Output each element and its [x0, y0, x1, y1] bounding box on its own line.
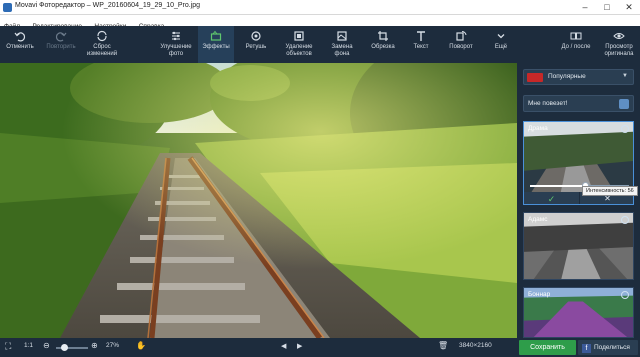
dropdown-arrow-icon: ▼	[622, 73, 628, 79]
intensity-slider-fill	[530, 185, 586, 187]
eraser-icon	[293, 30, 305, 42]
heart-icon[interactable]	[621, 125, 629, 133]
effect-name: Драма	[528, 125, 548, 132]
app-window: Movavi Фоторедактор – WP_20160604_19_29_…	[0, 0, 640, 357]
compare-icon	[570, 30, 582, 42]
apply-effect-button[interactable]: ✓	[524, 192, 579, 204]
fullscreen-icon[interactable]: ⛶	[5, 341, 11, 352]
retouch-button[interactable]: Ретушь	[238, 26, 274, 63]
more-button[interactable]: Ещё	[486, 26, 516, 63]
effect-name: Боннар	[528, 291, 551, 298]
effects-label: Эффекты	[202, 44, 230, 50]
hand-tool-icon[interactable]: ✋	[136, 341, 146, 350]
redo-button[interactable]: Повторить	[42, 26, 80, 63]
facebook-icon: f	[582, 344, 591, 353]
undo-label: Отменить	[6, 44, 34, 50]
zoom-in-icon[interactable]: ⊕	[91, 341, 98, 350]
retouch-icon	[250, 30, 262, 42]
remove-objects-label: Удаление объектов	[285, 44, 313, 57]
close-button[interactable]: ✕	[618, 0, 640, 15]
more-label: Ещё	[494, 44, 508, 50]
save-button[interactable]: Сохранить	[519, 340, 576, 355]
share-label: Поделиться	[594, 344, 630, 351]
zoom-slider-handle[interactable]	[61, 344, 69, 351]
effect-card-adams[interactable]: Адамс	[523, 212, 634, 280]
check-icon: ✓	[547, 194, 556, 204]
heart-icon[interactable]	[621, 291, 629, 299]
reset-button[interactable]: Сброс изменений	[82, 26, 122, 63]
previous-image-icon[interactable]: ◀	[281, 342, 286, 350]
redo-label: Повторить	[46, 44, 76, 50]
app-logo-icon	[3, 3, 12, 12]
zoom-out-icon[interactable]: ⊖	[43, 341, 50, 350]
before-after-button[interactable]: До / после	[555, 26, 597, 63]
background-icon	[336, 30, 348, 42]
undo-button[interactable]: Отменить	[2, 26, 38, 63]
before-after-label: До / после	[561, 44, 591, 50]
railway-photo	[0, 63, 517, 338]
text-label: Текст	[413, 44, 429, 50]
heart-icon[interactable]	[621, 216, 629, 224]
effects-icon	[210, 30, 222, 42]
share-button[interactable]: f Поделиться	[578, 340, 638, 355]
next-image-icon[interactable]: ▶	[297, 342, 302, 350]
reset-icon	[96, 30, 108, 42]
chevron-down-icon	[495, 30, 507, 42]
dice-icon	[619, 99, 629, 109]
redo-icon	[55, 30, 67, 42]
effects-panel: Популярные ▼ Мне повезет! Драма ✓ ✕ Адам…	[517, 63, 640, 338]
maximize-button[interactable]: □	[596, 0, 618, 15]
view-original-label: Просмотр оригинала	[604, 44, 634, 57]
reset-label: Сброс изменений	[86, 44, 118, 57]
effect-category-value: Популярные	[548, 73, 586, 80]
replace-background-label: Замена фона	[331, 44, 353, 57]
actual-size-button[interactable]: 1:1	[24, 342, 33, 349]
retouch-label: Ретушь	[245, 44, 267, 50]
text-icon	[415, 30, 427, 42]
intensity-tooltip: Интенсивность: 56	[582, 186, 638, 196]
title-bar: Movavi Фоторедактор – WP_20160604_19_29_…	[0, 0, 640, 15]
effect-name: Адамс	[528, 216, 548, 223]
enhance-button[interactable]: Улучшение фото	[155, 26, 197, 63]
rotate-button[interactable]: Поворот	[442, 26, 480, 63]
crop-icon	[377, 30, 389, 42]
image-resolution: 3840×2160	[459, 342, 492, 349]
photo-canvas[interactable]	[0, 63, 517, 338]
rotate-icon	[455, 30, 467, 42]
crop-label: Обрезка	[371, 44, 395, 50]
crop-button[interactable]: Обрезка	[366, 26, 400, 63]
toolbar: Отменить Повторить Сброс изменений Улучш…	[0, 26, 640, 63]
enhance-label: Улучшение фото	[160, 44, 192, 57]
enhance-icon	[170, 30, 182, 42]
zoom-level: 27%	[106, 342, 120, 349]
window-title: Movavi Фоторедактор – WP_20160604_19_29_…	[15, 2, 201, 9]
text-button[interactable]: Текст	[404, 26, 438, 63]
lucky-label: Мне повезет!	[528, 100, 568, 107]
delete-icon[interactable]: 🗑	[438, 341, 448, 350]
popular-icon	[527, 73, 543, 82]
rotate-label: Поворот	[449, 44, 473, 50]
undo-icon	[14, 30, 26, 42]
menu-bar: Файл Редактирование Настройки Справка	[0, 15, 640, 30]
effects-button[interactable]: Эффекты	[198, 26, 234, 63]
effect-card-bonnard[interactable]: Боннар	[523, 287, 634, 338]
view-original-button[interactable]: Просмотр оригинала	[600, 26, 638, 63]
replace-background-button[interactable]: Замена фона	[323, 26, 361, 63]
zoom-slider[interactable]	[56, 344, 88, 351]
effect-category-select[interactable]: Популярные ▼	[523, 69, 634, 85]
minimize-button[interactable]: –	[574, 0, 596, 15]
status-bar: ⛶ 1:1 ⊖ ⊕ 27% ✋ ◀ ▶ 🗑 3840×2160 Сохранит…	[0, 338, 640, 357]
lucky-button[interactable]: Мне повезет!	[523, 95, 634, 112]
remove-objects-button[interactable]: Удаление объектов	[278, 26, 320, 63]
eye-icon	[613, 30, 625, 42]
